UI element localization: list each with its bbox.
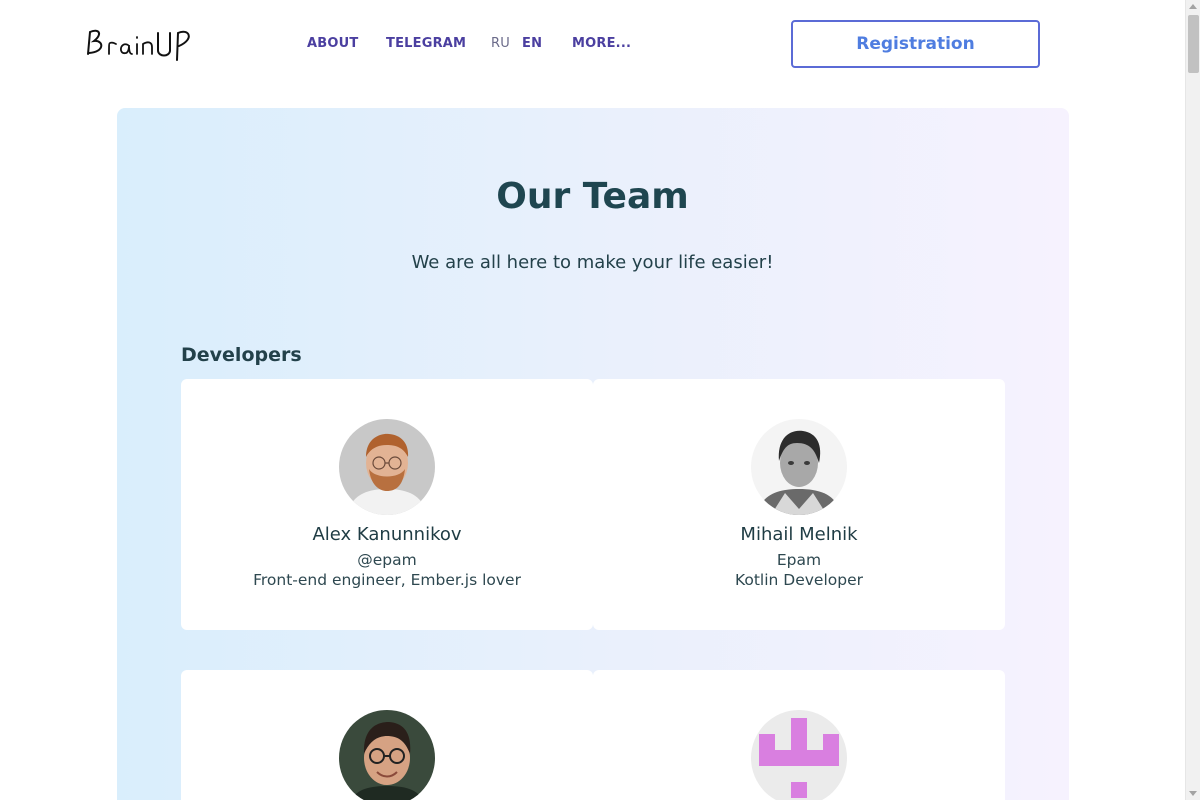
nav-more[interactable]: MORE... [572, 36, 631, 51]
section-heading-developers: Developers [181, 344, 302, 366]
page-title: Our Team [496, 176, 689, 217]
page-scrollbar[interactable] [1185, 0, 1200, 800]
scrollbar-thumb[interactable] [1188, 15, 1199, 73]
nav-telegram[interactable]: TELEGRAM [386, 36, 466, 51]
member-organization: @epam [357, 551, 417, 569]
team-member-card [593, 670, 1005, 800]
team-member-card: Mihail Melnik Epam Kotlin Developer [593, 379, 1005, 630]
member-organization: Epam [776, 551, 822, 569]
nav-about[interactable]: ABOUT [307, 36, 358, 51]
site-header: ABOUT TELEGRAM RU EN MORE... Registratio… [0, 0, 1185, 90]
avatar [339, 419, 435, 515]
scroll-down-arrow-icon[interactable] [1189, 791, 1197, 796]
member-role: Kotlin Developer [734, 571, 864, 589]
registration-button[interactable]: Registration [791, 20, 1040, 68]
team-member-card: Alex Kanunnikov @epam Front-end engineer… [181, 379, 593, 630]
avatar [339, 710, 435, 800]
avatar [751, 419, 847, 515]
brainup-logo[interactable] [85, 24, 200, 64]
member-name: Mihail Melnik [740, 524, 858, 545]
identicon-avatar [751, 710, 847, 800]
lang-en[interactable]: EN [522, 36, 542, 51]
scroll-up-arrow-icon[interactable] [1189, 4, 1197, 9]
member-name: Alex Kanunnikov [312, 524, 462, 545]
team-member-card [181, 670, 593, 800]
page-subtitle: We are all here to make your life easier… [411, 252, 774, 273]
lang-ru[interactable]: RU [491, 36, 510, 51]
member-role: Front-end engineer, Ember.js lover [253, 571, 521, 589]
